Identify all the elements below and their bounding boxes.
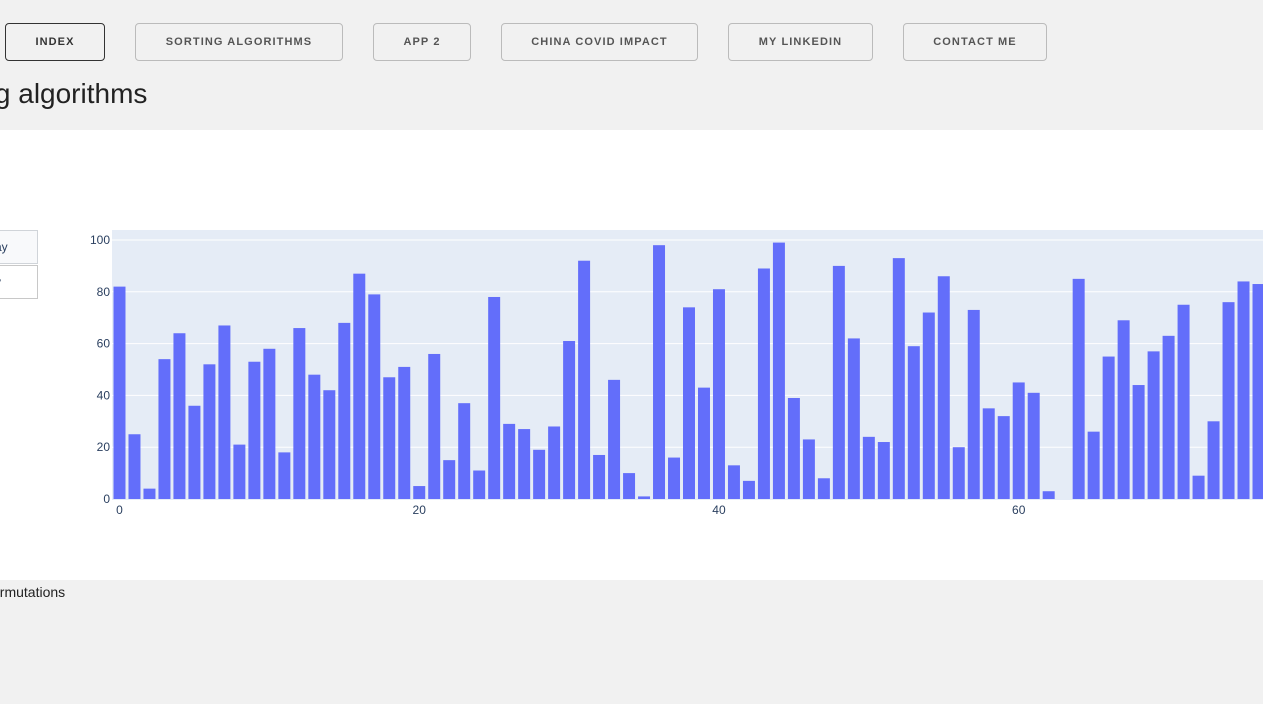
bar [323, 390, 336, 499]
bar [757, 268, 770, 499]
bar [398, 366, 411, 499]
y-tick-label: 80 [97, 285, 111, 299]
bar [683, 307, 695, 499]
bar [832, 265, 845, 499]
top-navigation: INDEX SORTING ALGORITHMS APP 2 CHINA COV… [0, 23, 1263, 61]
bar [877, 442, 890, 499]
bar [1207, 421, 1220, 499]
bar [488, 296, 501, 499]
y-tick-label: 0 [103, 492, 110, 506]
bar [1087, 431, 1100, 499]
nav-button-china-covid-impact[interactable]: CHINA COVID IMPACT [501, 23, 698, 61]
x-tick-label: 0 [116, 503, 123, 517]
bar [668, 457, 681, 499]
bar [383, 377, 396, 499]
nav-button-contact-me[interactable]: CONTACT ME [903, 23, 1047, 61]
bar [997, 416, 1010, 499]
bar [203, 364, 216, 499]
bar [772, 242, 785, 499]
bar [712, 289, 725, 499]
y-tick-label: 20 [97, 440, 111, 454]
x-tick-label: 40 [712, 503, 726, 517]
bar [233, 444, 246, 499]
bar [817, 478, 830, 499]
bar [563, 341, 576, 499]
y-tick-label: 60 [97, 337, 111, 351]
bar [1252, 284, 1263, 499]
bar [802, 439, 815, 499]
bar [952, 447, 965, 499]
x-tick-label: 20 [413, 503, 427, 517]
bar [443, 460, 456, 499]
bar [1102, 356, 1115, 499]
bar [518, 429, 531, 499]
bar [473, 470, 486, 499]
bar [982, 408, 995, 499]
bar [128, 434, 141, 499]
bar [173, 333, 186, 499]
nav-button-app-2[interactable]: APP 2 [373, 23, 471, 61]
bar [1192, 475, 1205, 499]
bar [787, 397, 800, 499]
bar [188, 405, 201, 499]
bar [263, 348, 276, 499]
bar [727, 465, 740, 499]
bar [892, 258, 905, 499]
bar [143, 488, 156, 499]
bar [1012, 382, 1025, 499]
bar [623, 473, 636, 499]
y-tick-label: 40 [97, 388, 111, 402]
bar [1147, 351, 1160, 499]
bar [548, 426, 561, 499]
bar [1177, 304, 1190, 499]
bar [503, 423, 516, 499]
bar [338, 322, 351, 499]
permutations-label: ermutations [0, 584, 66, 600]
bar [907, 346, 920, 499]
bar [578, 260, 591, 499]
bar [428, 353, 441, 499]
bar [1117, 320, 1130, 499]
bar [608, 379, 621, 499]
bar [113, 286, 126, 499]
bar [218, 325, 231, 499]
bar [862, 436, 875, 499]
bar [1222, 302, 1235, 499]
bar [293, 328, 306, 499]
bar [308, 374, 321, 499]
bar [593, 454, 606, 499]
bar [638, 496, 651, 499]
bar [1042, 491, 1055, 499]
y-axis-ticks: 0 20 40 60 80 100 [90, 233, 110, 506]
bar [413, 486, 426, 499]
bar [158, 359, 171, 499]
bar [1162, 335, 1175, 499]
bar [278, 452, 291, 499]
y-tick-label: 100 [90, 233, 110, 247]
x-tick-label: 60 [1012, 503, 1026, 517]
graph-panel: ay play 020406080100 0204060 [0, 130, 1263, 580]
page-title: rting algorithms [0, 78, 148, 109]
bar [847, 338, 860, 499]
bar [653, 245, 666, 499]
bar [1237, 281, 1250, 499]
bar [742, 480, 755, 499]
bar-chart: 0 20 40 60 80 100 0 20 40 60 [90, 230, 1263, 517]
bar [533, 449, 546, 499]
bar [697, 387, 710, 499]
bar [458, 403, 471, 499]
bar [353, 273, 366, 499]
nav-button-my-linkedin[interactable]: MY LINKEDIN [728, 23, 873, 61]
bar [967, 309, 980, 499]
nav-button-sorting-algorithms[interactable]: SORTING ALGORITHMS [135, 23, 343, 61]
nav-button-index[interactable]: INDEX [5, 23, 105, 61]
bar [368, 294, 381, 499]
bar [1072, 278, 1085, 499]
bar [922, 312, 935, 499]
bar [1027, 392, 1040, 499]
bar [248, 361, 261, 499]
bar [937, 276, 950, 499]
bar [1132, 385, 1145, 499]
x-axis-ticks: 0 20 40 60 [116, 503, 1026, 517]
